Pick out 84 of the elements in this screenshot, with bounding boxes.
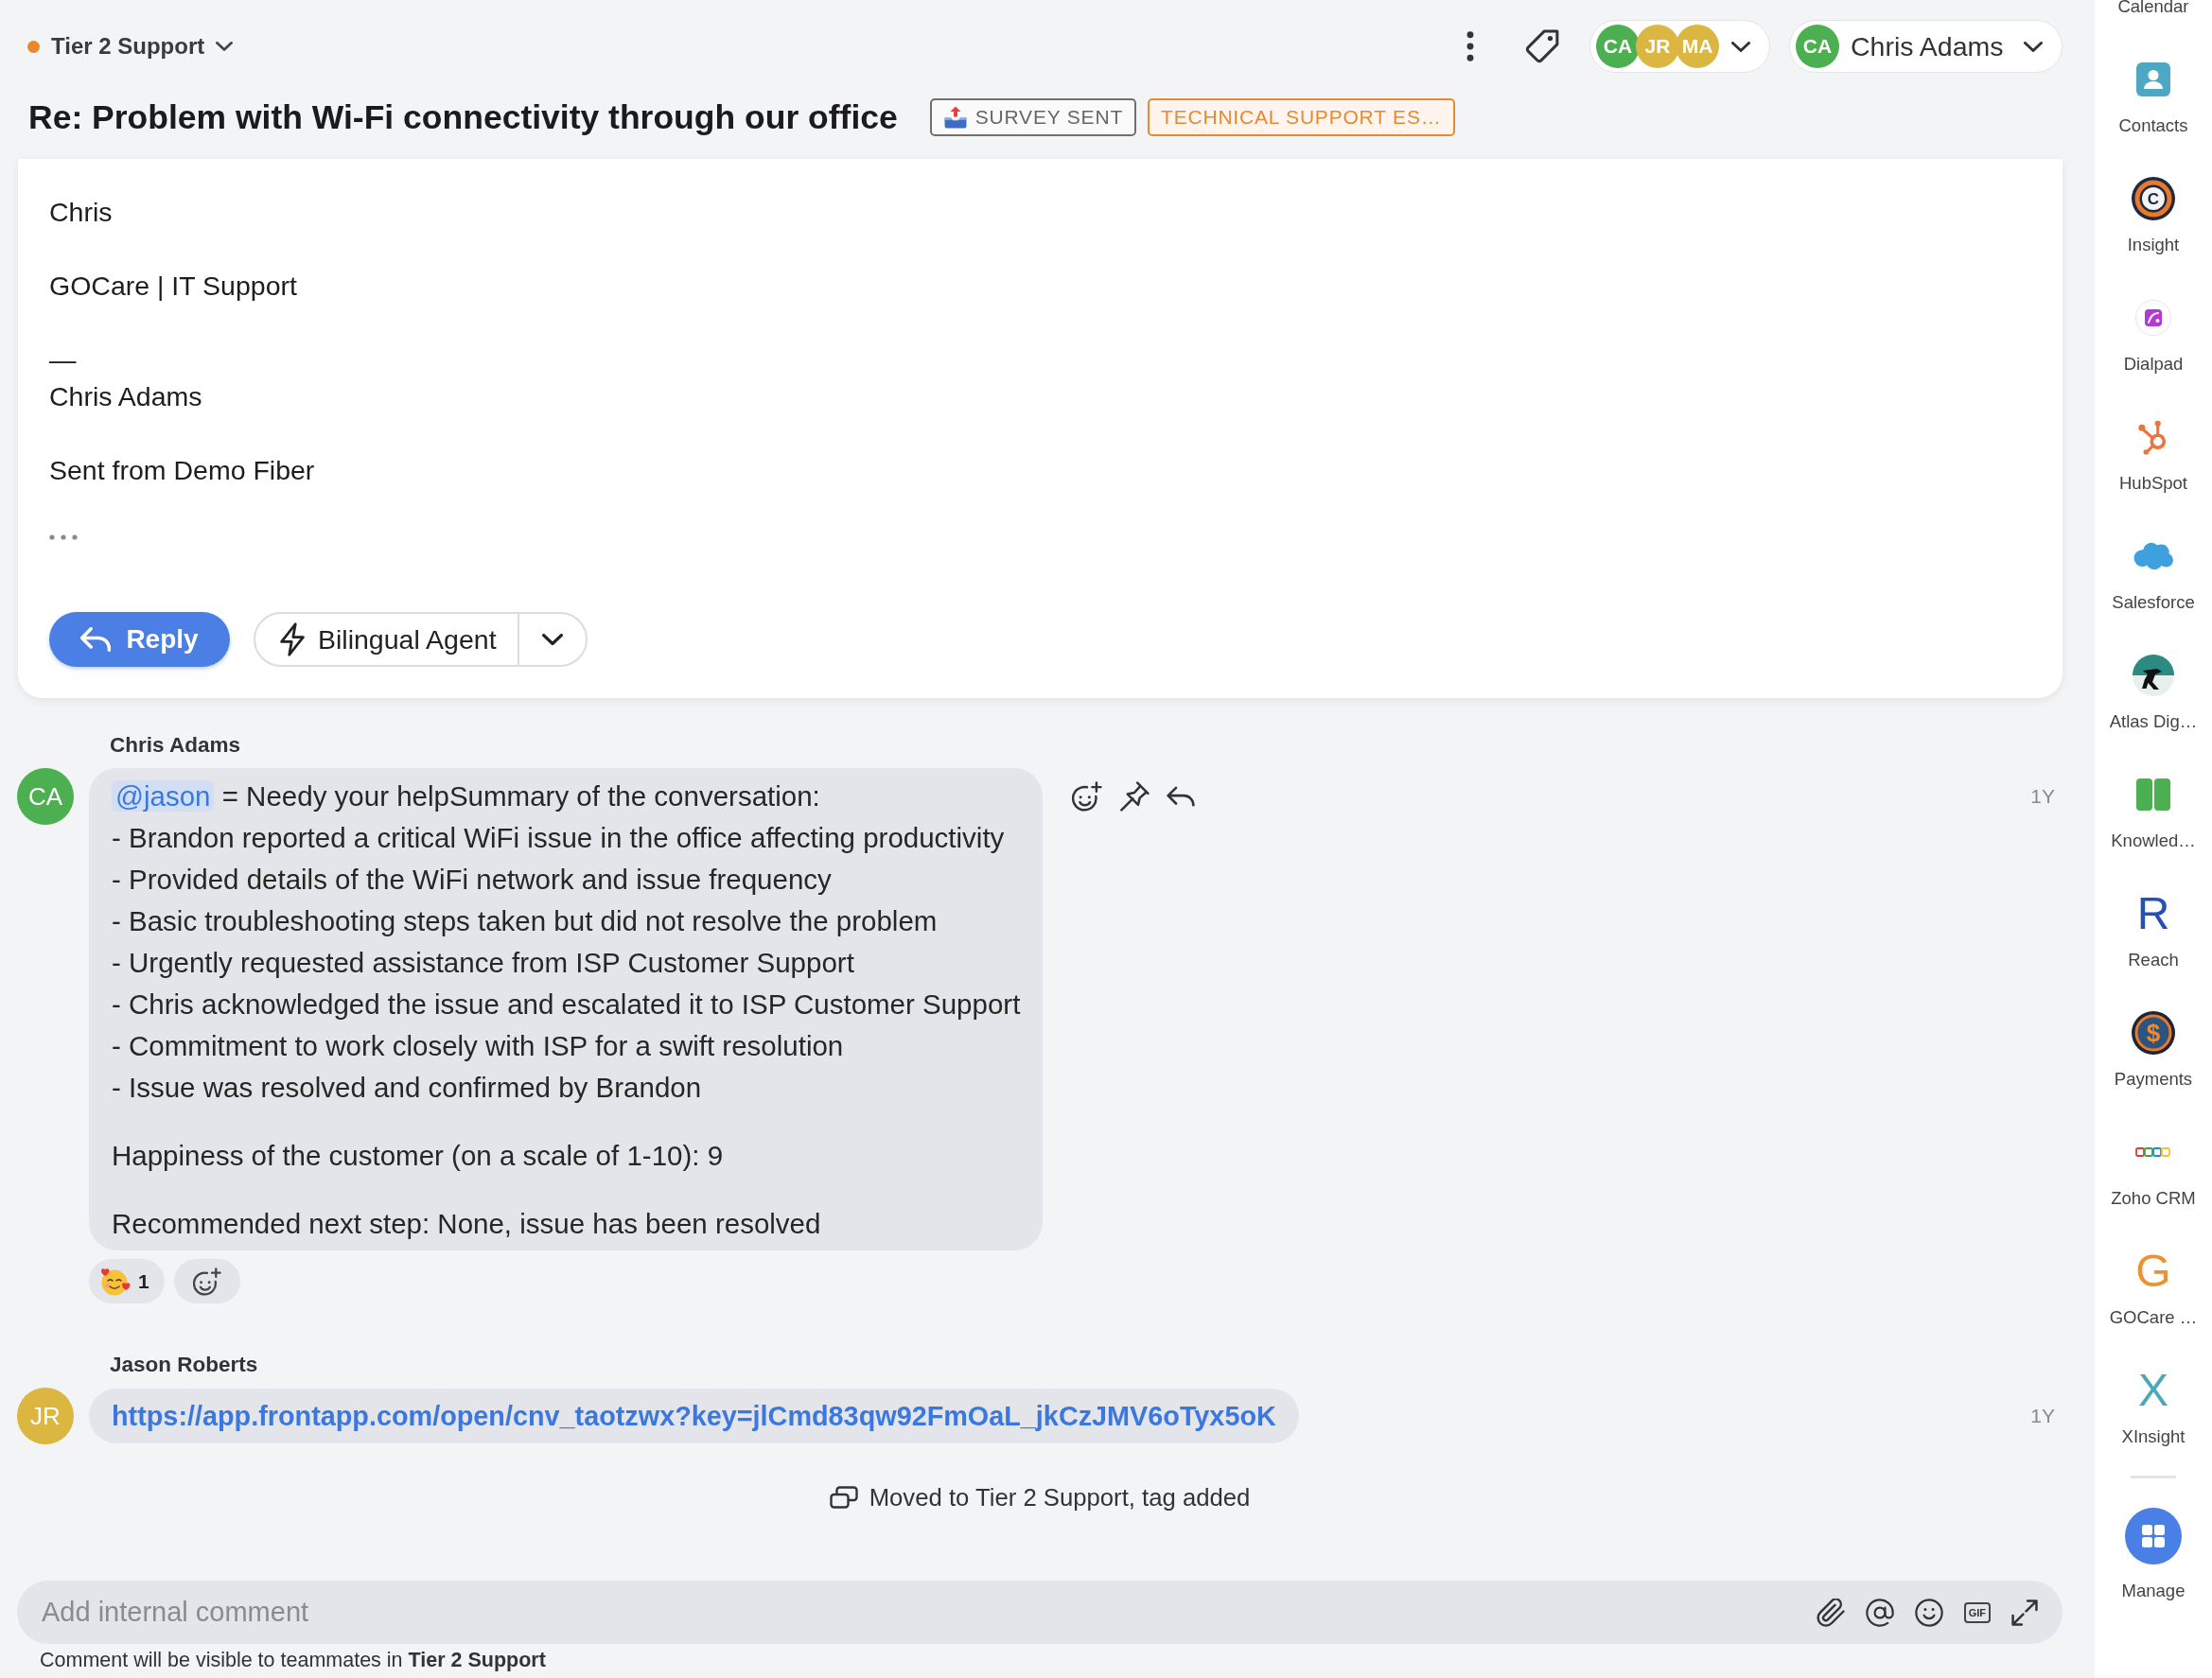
timestamp: 1Y	[2030, 784, 2056, 809]
sidebar-app[interactable]: Contacts	[2095, 56, 2212, 136]
email-text: Chris Adams	[49, 380, 202, 413]
email-text: Sent from Demo Fiber	[49, 454, 315, 487]
visibility-note: Comment will be visible to teammates in Tier 2 Support	[40, 1649, 546, 1671]
message-text: - Provided details of the WiFi network and issue frequency	[112, 863, 832, 897]
cloud-icon	[2133, 542, 2174, 570]
author-name: Jason Roberts	[110, 1352, 258, 1378]
email-text: —	[49, 343, 77, 376]
caret-icon	[1731, 41, 1750, 52]
sidebar-app[interactable]: Zoho CRM	[2095, 1128, 2212, 1209]
sidebar-app[interactable]: Knowled…	[2095, 771, 2212, 851]
person-tile-icon	[2136, 62, 2170, 96]
avatar: MA	[1676, 25, 1719, 68]
book-icon	[2136, 778, 2170, 811]
smiley-hearts-icon	[100, 1266, 131, 1297]
sidebar-app[interactable]: G GOCare …	[2095, 1248, 2212, 1328]
caret-icon	[216, 42, 234, 51]
message-text: - Issue was resolved and confirmed by Brandon	[112, 1071, 702, 1105]
sidebar-app[interactable]: HubSpot	[2095, 413, 2212, 494]
message-text: - Chris acknowledged the issue and escalated it to ISP Customer Support	[112, 988, 1021, 1022]
app-logo-icon	[2135, 300, 2171, 336]
reaction-chip[interactable]: 1	[89, 1259, 165, 1303]
message-text: Recommended next step: None, issue has been resolved	[112, 1207, 821, 1241]
sidebar-app[interactable]: $ Payments	[2095, 1009, 2212, 1090]
gif-button[interactable]: GIF	[1963, 1601, 1991, 1623]
at-sign-icon[interactable]	[1865, 1598, 1894, 1627]
ellipsis-icon[interactable]	[49, 534, 78, 540]
sidebar-app[interactable]: Atlas Dig…	[2095, 652, 2212, 732]
lightning-icon	[280, 622, 305, 656]
avatar: CA	[17, 768, 74, 825]
sidebar-app[interactable]: X XInsight	[2095, 1367, 2212, 1447]
logo-letter: G	[2135, 1248, 2171, 1295]
message-text: - Basic troubleshooting steps taken but did not resolve the problem	[112, 904, 938, 938]
macro-button[interactable]: Bilingual Agent	[255, 614, 519, 665]
sidebar-app[interactable]: Manage	[2095, 1508, 2212, 1601]
author-name: Chris Adams	[110, 732, 240, 759]
sidebar-app[interactable]: Dialpad	[2095, 294, 2212, 375]
ring-logo-icon: C	[2132, 177, 2175, 220]
message-text: - Urgently requested assistance from ISP Customer Support	[112, 946, 854, 980]
add-emoji-icon[interactable]	[1072, 781, 1103, 812]
sidebar-app[interactable]: C Insight	[2095, 175, 2212, 255]
inbox-dropdown[interactable]: Tier 2 Support	[27, 33, 234, 60]
expand-icon[interactable]	[2011, 1599, 2038, 1626]
emoji-icon[interactable]	[1914, 1598, 1943, 1627]
add-reaction-button[interactable]	[173, 1259, 240, 1303]
avatar: CA	[1596, 25, 1640, 68]
inbox-upload-icon	[942, 106, 968, 129]
tag-icon[interactable]	[1525, 29, 1559, 63]
caret-icon	[2024, 41, 2043, 52]
email-text: Chris	[49, 196, 113, 229]
grid-icon	[2125, 1508, 2182, 1564]
split-button[interactable]: Bilingual Agent	[254, 612, 588, 667]
logo-letter: X	[2138, 1367, 2168, 1414]
reply-arrow-icon	[80, 627, 112, 652]
logo-letter: R	[2136, 890, 2170, 937]
reply-button[interactable]: Reply	[49, 612, 230, 667]
comment-field[interactable]: Add internal comment GIF	[17, 1581, 2063, 1644]
tag[interactable]: SURVEY SENT	[929, 98, 1136, 136]
pin-icon[interactable]	[1119, 781, 1150, 812]
more-icon[interactable]	[1466, 31, 1474, 61]
avatar: CA	[1796, 25, 1839, 68]
assignee-dropdown[interactable]: CA Chris Adams	[1789, 20, 2063, 73]
email-text: GOCare | IT Support	[49, 270, 297, 303]
message-text: Happiness of the customer (on a scale of 1-10): 9	[112, 1139, 724, 1173]
message-text: - Commitment to work closely with ISP for a swift resolution	[112, 1029, 844, 1063]
event-text: Moved to Tier 2 Support, tag added	[869, 1483, 1251, 1512]
caret-icon[interactable]	[541, 633, 563, 646]
coin-icon: $	[2132, 1011, 2175, 1055]
avatar: JR	[1636, 25, 1679, 68]
reply-icon[interactable]	[1167, 786, 1196, 807]
rings-logo-icon	[2135, 1145, 2171, 1159]
message-text: @jason = Needy your helpSummary of the conversation:	[112, 776, 820, 817]
sidebar-app[interactable]: Salesforce	[2095, 533, 2212, 613]
add-emoji-icon	[192, 1267, 221, 1296]
conversation-title: Re: Problem with Wi-Fi connectivity through our office	[28, 97, 898, 137]
figure-logo-icon	[2133, 655, 2174, 696]
sidebar-app[interactable]: Calendar	[2095, 0, 2212, 17]
message-text: - Brandon reported a critical WiFi issue in the office affecting productivity	[112, 821, 1005, 855]
paperclip-icon[interactable]	[1816, 1598, 1845, 1627]
timestamp: 1Y	[2030, 1404, 2056, 1428]
avatar: JR	[17, 1388, 74, 1444]
cards-icon	[829, 1486, 858, 1509]
sidebar-app[interactable]: R Reach	[2095, 890, 2212, 970]
